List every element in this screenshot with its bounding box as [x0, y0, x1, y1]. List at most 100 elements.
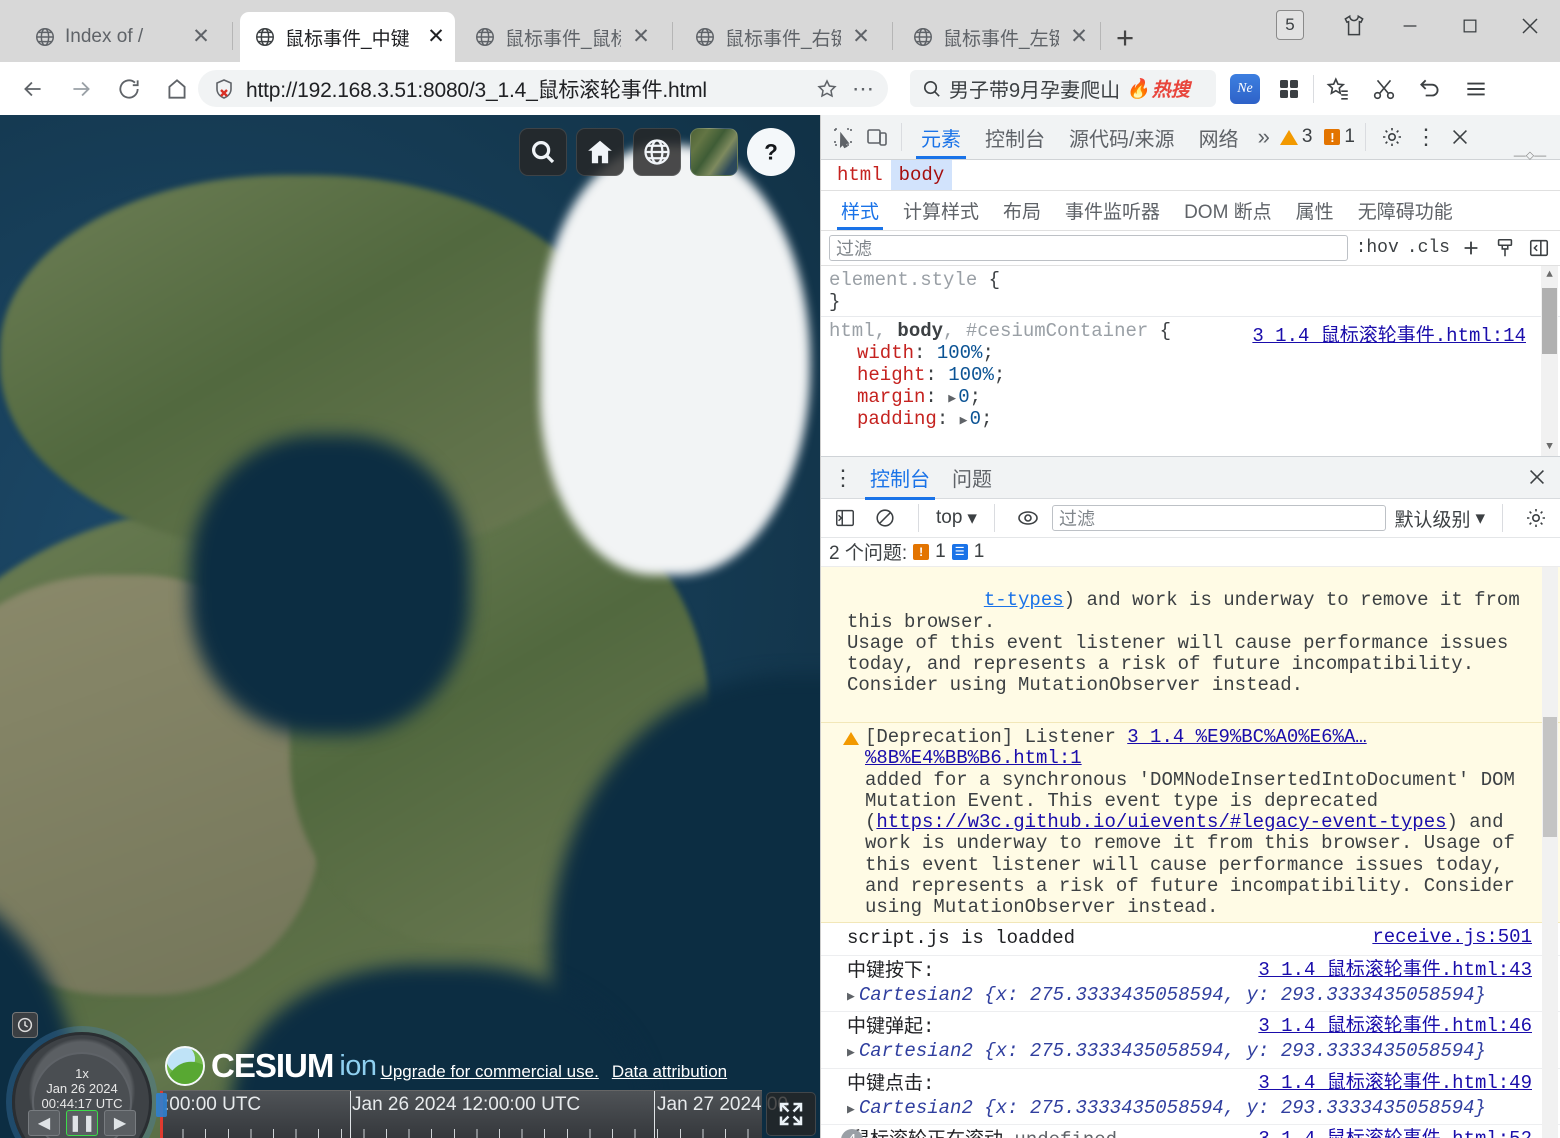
log-source-link[interactable]: 3_1.4_鼠标滚轮事件.html:49	[1258, 1072, 1532, 1094]
console-level-selector[interactable]: 默认级别 ▾	[1394, 505, 1485, 532]
address-more-icon[interactable]: ⋯	[850, 76, 876, 102]
inspect-element-icon[interactable]	[827, 121, 859, 153]
cesium-ion-logo[interactable]: CESIUM ion	[165, 1046, 377, 1086]
breadcrumb-body[interactable]: body	[890, 160, 953, 191]
expand-arrow-icon[interactable]: ▶	[960, 413, 970, 428]
style-paintbrush-icon[interactable]	[1492, 232, 1518, 264]
tab-close-icon[interactable]: ✕	[850, 26, 872, 48]
decl-prop[interactable]: height	[857, 364, 925, 386]
scroll-down-arrow-icon[interactable]: ▼	[1541, 438, 1558, 456]
styles-tab-event-listeners[interactable]: 事件监听器	[1053, 191, 1172, 230]
cls-button[interactable]: .cls	[1407, 238, 1450, 258]
browser-menu-icon[interactable]	[1461, 74, 1491, 104]
cesium-fullscreen-icon[interactable]	[766, 1092, 816, 1136]
new-tab-button[interactable]: +	[1108, 22, 1142, 56]
devtools-tab-console[interactable]: 控制台	[974, 115, 1056, 159]
back-icon[interactable]	[18, 74, 48, 104]
live-expression-eye-icon[interactable]	[1012, 502, 1044, 534]
console-message-wheel[interactable]: 4 鼠标滚轮正在滚动 undefined 3_1.4_鼠标滚轮事件.html:5…	[821, 1125, 1560, 1138]
browser-tab-2[interactable]: 鼠标事件_中键 ✕	[240, 12, 455, 62]
console-context-selector[interactable]: top ▾	[936, 507, 977, 530]
tab-search-tshirt-icon[interactable]	[1336, 8, 1372, 44]
cesium-base-layer-picker-icon[interactable]	[690, 128, 738, 176]
drawer-close-icon[interactable]	[1526, 466, 1548, 493]
decl-value[interactable]: 0	[958, 386, 969, 408]
breadcrumb-html[interactable]: html	[829, 160, 891, 190]
expand-arrow-icon[interactable]: ▶	[847, 989, 855, 1005]
console-sidebar-icon[interactable]	[829, 502, 861, 534]
animation-play-button[interactable]: ▶	[104, 1110, 136, 1136]
cesium-viewer[interactable]: ? CESIUM ion Upgrade for commercial use.…	[0, 115, 820, 1138]
decl-value[interactable]: 100%	[937, 342, 983, 364]
log-source-link[interactable]: 3_1.4_鼠标滚轮事件.html:52	[1258, 1128, 1532, 1138]
apps-grid-icon[interactable]	[1274, 74, 1304, 104]
styles-tab-styles[interactable]: 样式	[829, 191, 891, 231]
rule-source-link[interactable]: 3_1.4_鼠标滚轮事件.html:14	[1252, 320, 1526, 347]
address-bar[interactable]: http://192.168.3.51:8080/3_1.4_鼠标滚轮事件.ht…	[198, 70, 888, 107]
panel-resizer-handle[interactable]: —⬦—	[1510, 148, 1550, 162]
home-icon[interactable]	[162, 74, 192, 104]
console-message-middle-up[interactable]: 中键弹起: 3_1.4_鼠标滚轮事件.html:46 ▶ Cartesian2 {…	[821, 1012, 1560, 1069]
decl-prop[interactable]: width	[857, 342, 914, 364]
devtools-close-icon[interactable]	[1444, 121, 1476, 153]
extension-ne-icon[interactable]: Ne	[1230, 73, 1260, 104]
styles-scrollbar-thumb[interactable]	[1542, 288, 1557, 355]
styles-tab-computed[interactable]: 计算样式	[891, 191, 991, 230]
globe[interactable]	[0, 115, 820, 1138]
console-scrollbar-thumb[interactable]	[1543, 717, 1557, 838]
styles-tab-accessibility[interactable]: 无障碍功能	[1346, 191, 1465, 230]
clock-icon[interactable]	[12, 1012, 38, 1038]
gear-icon[interactable]	[1376, 121, 1408, 153]
styles-tab-properties[interactable]: 属性	[1284, 191, 1346, 230]
bookmark-star-icon[interactable]	[814, 76, 840, 102]
drawer-tab-console[interactable]: 控制台	[859, 456, 941, 500]
styles-filter-input[interactable]: 过滤	[829, 235, 1348, 262]
devtools-error-count[interactable]: ! 1	[1324, 126, 1355, 148]
upgrade-link[interactable]: Upgrade for commercial use.	[381, 1062, 599, 1082]
timeline-handle[interactable]	[156, 1093, 167, 1117]
collections-icon[interactable]	[1323, 74, 1353, 104]
style-rule-element[interactable]: element.style { }	[821, 266, 1560, 316]
expand-arrow-icon[interactable]: ▶	[847, 1046, 855, 1061]
tab-count-badge[interactable]: 5	[1276, 10, 1304, 40]
cesium-search-icon[interactable]	[519, 128, 567, 176]
reload-icon[interactable]	[114, 74, 144, 104]
decl-prop[interactable]: padding	[857, 408, 937, 430]
not-secure-shield-icon[interactable]	[212, 77, 236, 101]
toggle-sidebar-icon[interactable]	[1526, 232, 1552, 264]
browser-tab-4[interactable]: 鼠标事件_右键 ✕	[680, 12, 880, 62]
undo-icon[interactable]	[1415, 74, 1445, 104]
scissors-icon[interactable]	[1369, 74, 1399, 104]
deprecation-spec-link[interactable]: https://w3c.github.io/uievents/#legacy-e…	[876, 811, 1446, 833]
console-message-log-script[interactable]: script.js is loadded receive.js:501	[821, 923, 1560, 956]
console-message-deprecation[interactable]: [Deprecation] Listener 3_1.4_%E9%BC%A0%E…	[821, 722, 1560, 924]
devtools-tab-elements[interactable]: 元素	[910, 115, 972, 159]
devtools-tab-network[interactable]: 网络	[1188, 115, 1250, 159]
expand-arrow-icon[interactable]: ▶	[948, 391, 958, 406]
styles-tab-dom-breakpoints[interactable]: DOM 断点	[1172, 191, 1284, 230]
console-message-middle-click[interactable]: 中键点击: 3_1.4_鼠标滚轮事件.html:49 ▶ Cartesian2 {…	[821, 1069, 1560, 1126]
drawer-tab-issues[interactable]: 问题	[941, 456, 1003, 500]
styles-tab-layout[interactable]: 布局	[991, 191, 1053, 230]
decl-prop[interactable]: margin	[857, 386, 925, 408]
window-minimize-button[interactable]	[1392, 8, 1428, 44]
clipped-warning-link[interactable]: t-types	[984, 589, 1064, 611]
console-settings-gear-icon[interactable]	[1520, 502, 1552, 534]
drawer-kebab-icon[interactable]: ⋮	[827, 462, 859, 494]
log-source-link[interactable]: receive.js:501	[1372, 927, 1532, 949]
animation-pause-button[interactable]: ❚❚	[66, 1110, 98, 1136]
clear-console-icon[interactable]	[869, 502, 901, 534]
cesium-animation-widget[interactable]: 1x Jan 26 2024 00:44:17 UTC ◀ ❚❚ ▶	[6, 988, 156, 1138]
tab-close-icon[interactable]: ✕	[1068, 26, 1090, 48]
data-attribution-link[interactable]: Data attribution	[612, 1062, 727, 1082]
browser-tab-3[interactable]: 鼠标事件_鼠标 ✕	[460, 12, 660, 62]
console-message-middle-down[interactable]: 中键按下: 3_1.4_鼠标滚轮事件.html:43 ▶ Cartesian2 {…	[821, 956, 1560, 1013]
cesium-timeline[interactable]: :00:00 UTC Jan 26 2024 12:00:00 UTC Jan …	[156, 1090, 788, 1138]
cesium-home-icon[interactable]	[576, 128, 624, 176]
kebab-menu-icon[interactable]: ⋮	[1410, 121, 1442, 153]
console-message-list[interactable]: t-types) and work is underway to remove …	[821, 567, 1560, 1138]
animation-reverse-button[interactable]: ◀	[28, 1110, 60, 1136]
cesium-scene-mode-globe-icon[interactable]	[633, 128, 681, 176]
decl-value[interactable]: 0	[970, 408, 981, 430]
cesium-help-icon[interactable]: ?	[747, 128, 795, 176]
